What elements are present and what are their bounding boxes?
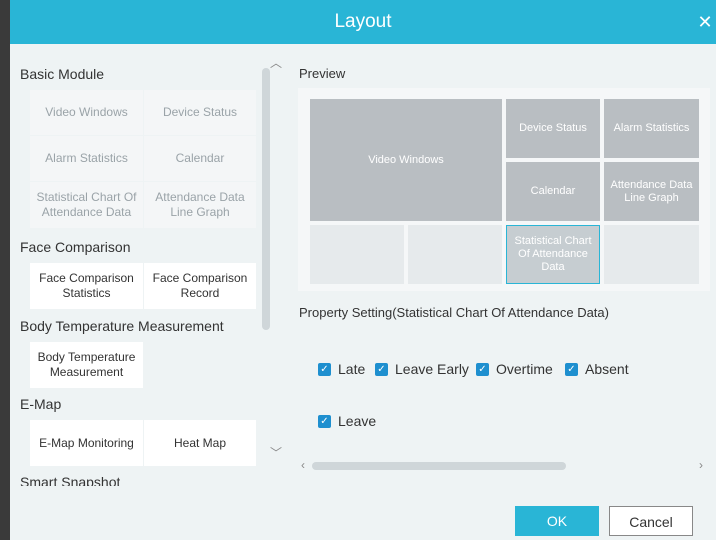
- preview-video-windows[interactable]: Video Windows: [310, 99, 502, 221]
- checkbox-overtime[interactable]: ✓ Overtime: [476, 361, 553, 377]
- preview-empty-cell[interactable]: [310, 225, 404, 284]
- module-statistical-chart[interactable]: Statistical Chart Of Attendance Data: [30, 182, 143, 228]
- checkbox-label: Overtime: [496, 361, 553, 377]
- section-e-map: E-Map: [20, 396, 62, 412]
- vertical-scrollbar[interactable]: [262, 68, 270, 330]
- window-left-edge: [0, 0, 10, 540]
- module-body-temperature[interactable]: Body Temperature Measurement: [30, 342, 143, 388]
- scroll-left-icon[interactable]: ‹: [301, 458, 305, 472]
- checkbox-label: Leave Early: [395, 361, 469, 377]
- module-device-status[interactable]: Device Status: [144, 90, 256, 135]
- checkbox-checked-icon: ✓: [476, 362, 489, 376]
- module-attendance-line-graph[interactable]: Attendance Data Line Graph: [144, 182, 256, 228]
- layout-preview: Video Windows Device Status Alarm Statis…: [298, 88, 710, 291]
- dialog-title: Layout: [334, 11, 392, 32]
- section-face-comparison: Face Comparison: [20, 239, 131, 255]
- cancel-button[interactable]: Cancel: [609, 506, 693, 536]
- section-smart-snapshot: Smart Snapshot: [20, 474, 121, 486]
- module-heat-map[interactable]: Heat Map: [144, 420, 256, 466]
- module-face-comparison-statistics[interactable]: Face Comparison Statistics: [30, 263, 143, 309]
- checkbox-checked-icon: ✓: [565, 362, 578, 376]
- checkbox-checked-icon: ✓: [375, 362, 388, 376]
- title-bar: Layout ✕: [10, 0, 716, 44]
- preview-device-status[interactable]: Device Status: [506, 99, 600, 158]
- preview-alarm-statistics[interactable]: Alarm Statistics: [604, 99, 699, 158]
- checkbox-late[interactable]: ✓ Late: [318, 361, 365, 377]
- checkbox-checked-icon: ✓: [318, 414, 331, 428]
- section-basic-module: Basic Module: [20, 66, 105, 82]
- checkbox-leave-early[interactable]: ✓ Leave Early: [375, 361, 469, 377]
- scroll-right-icon[interactable]: ›: [699, 458, 703, 472]
- module-calendar[interactable]: Calendar: [144, 136, 256, 181]
- preview-calendar[interactable]: Calendar: [506, 162, 600, 221]
- preview-empty-cell[interactable]: [408, 225, 502, 284]
- module-e-map-monitoring[interactable]: E-Map Monitoring: [30, 420, 143, 466]
- scroll-up-icon[interactable]: ︿: [270, 54, 282, 71]
- checkbox-absent[interactable]: ✓ Absent: [565, 361, 629, 377]
- module-video-windows[interactable]: Video Windows: [30, 90, 143, 135]
- horizontal-scrollbar[interactable]: [312, 462, 566, 470]
- module-alarm-statistics[interactable]: Alarm Statistics: [30, 136, 143, 181]
- preview-empty-cell[interactable]: [604, 225, 699, 284]
- preview-label: Preview: [299, 66, 346, 81]
- checkbox-checked-icon: ✓: [318, 362, 331, 376]
- property-setting-label: Property Setting(Statistical Chart Of At…: [299, 305, 609, 320]
- ok-button[interactable]: OK: [515, 506, 599, 536]
- checkbox-label: Leave: [338, 413, 377, 429]
- preview-statistical-chart[interactable]: Statistical Chart Of Attendance Data: [506, 225, 600, 284]
- scroll-down-icon[interactable]: ﹀: [270, 444, 282, 461]
- preview-attendance-line-graph[interactable]: Attendance Data Line Graph: [604, 162, 699, 221]
- section-body-temperature: Body Temperature Measurement: [20, 318, 224, 334]
- checkbox-label: Absent: [585, 361, 629, 377]
- close-icon[interactable]: ✕: [694, 0, 716, 44]
- module-face-comparison-record[interactable]: Face Comparison Record: [144, 263, 256, 309]
- checkbox-leave[interactable]: ✓ Leave: [318, 413, 376, 429]
- checkbox-label: Late: [338, 361, 366, 377]
